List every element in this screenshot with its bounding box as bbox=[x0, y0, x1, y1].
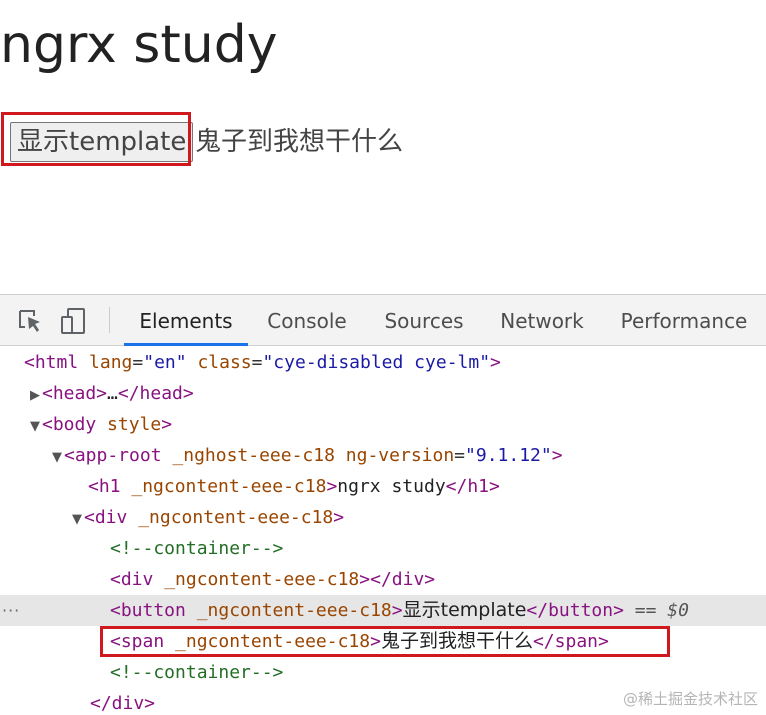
dom-node-comment-2[interactable]: <!--container--> bbox=[0, 657, 766, 688]
collapse-triangle-icon[interactable]: ▼ bbox=[52, 442, 64, 473]
tab-network[interactable]: Network bbox=[492, 295, 592, 345]
dom-node-span[interactable]: <span _ngcontent-eee-c18>鬼子到我想干什么</span> bbox=[0, 626, 766, 657]
dom-node-comment[interactable]: <!--container--> bbox=[0, 533, 766, 564]
dom-node-inner-div[interactable]: <div _ngcontent-eee-c18></div> bbox=[0, 564, 766, 595]
tab-performance[interactable]: Performance bbox=[614, 295, 754, 345]
expand-triangle-icon[interactable]: ▶ bbox=[30, 380, 42, 411]
dom-node-head[interactable]: ▶ <head>…</head> bbox=[0, 378, 766, 409]
dom-node-body[interactable]: ▼ <body style> bbox=[0, 409, 766, 440]
toolbar-separator bbox=[109, 307, 110, 333]
dom-node-html[interactable]: <html lang="en" class="cye-disabled cye-… bbox=[0, 347, 766, 378]
devtools-panel: Elements Console Sources Network Perform… bbox=[0, 294, 766, 715]
page-title: ngrx study bbox=[0, 15, 278, 75]
ghost-text: 鬼子到我想干什么 bbox=[195, 127, 404, 157]
more-options-icon[interactable]: ··· bbox=[2, 595, 20, 626]
tab-console[interactable]: Console bbox=[258, 295, 356, 345]
show-template-button[interactable]: 显示template bbox=[10, 122, 194, 162]
dom-node-div[interactable]: ▼ <div _ngcontent-eee-c18> bbox=[0, 502, 766, 533]
dom-node-button[interactable]: ··· <button _ngcontent-eee-c18>显示templat… bbox=[0, 595, 766, 626]
device-toolbar-icon[interactable] bbox=[60, 307, 88, 335]
collapse-triangle-icon[interactable]: ▼ bbox=[72, 504, 84, 535]
devtools-toolbar: Elements Console Sources Network Perform… bbox=[0, 295, 766, 346]
watermark: @稀土掘金技术社区 bbox=[622, 690, 758, 708]
collapse-triangle-icon[interactable]: ▼ bbox=[30, 411, 42, 442]
tab-elements[interactable]: Elements bbox=[124, 295, 248, 346]
tab-sources[interactable]: Sources bbox=[376, 295, 472, 345]
selected-node-marker: == $0 bbox=[634, 600, 689, 621]
dom-node-h1[interactable]: <h1 _ngcontent-eee-c18>ngrx study</h1> bbox=[0, 471, 766, 502]
inspect-element-icon[interactable] bbox=[16, 307, 44, 335]
dom-node-app-root[interactable]: ▼ <app-root _nghost-eee-c18 ng-version="9… bbox=[0, 440, 766, 471]
